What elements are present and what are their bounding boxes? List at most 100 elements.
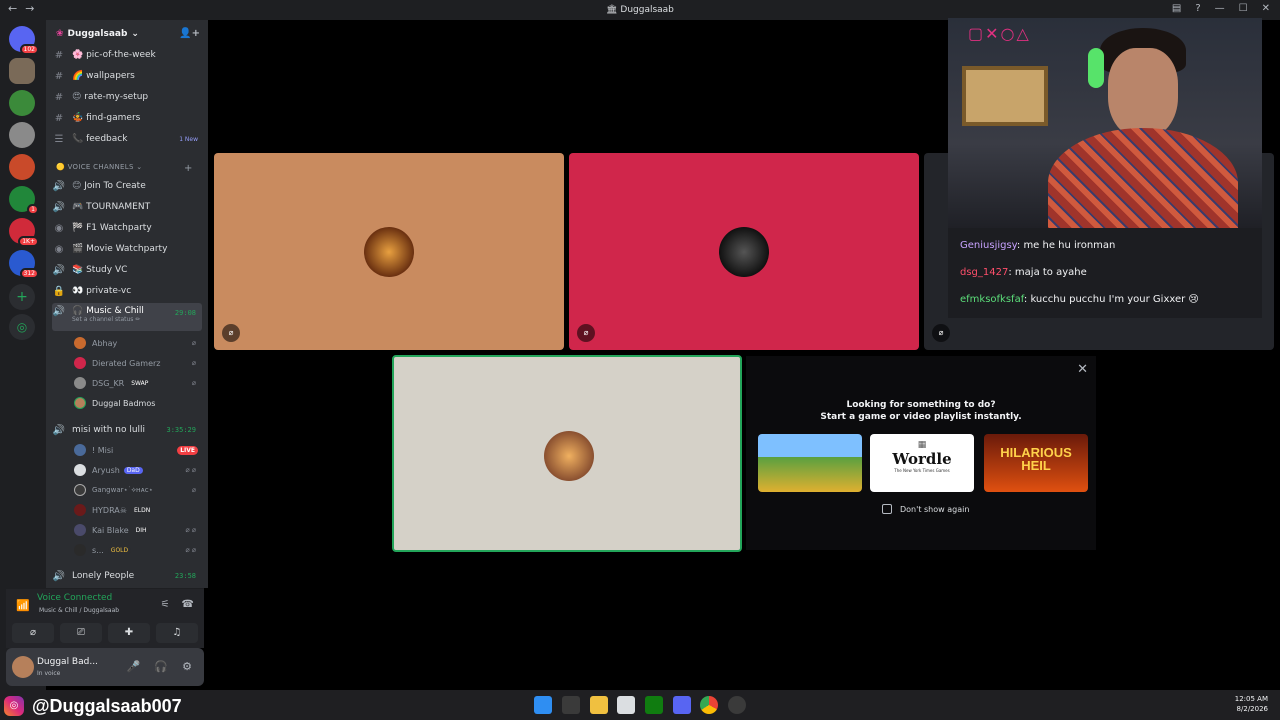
voice-buttons: ⌀ ⎚ ✚ ♫ xyxy=(12,623,198,643)
channel-label: TOURNAMENT xyxy=(86,202,151,212)
app-icon[interactable] xyxy=(728,696,746,714)
server-item[interactable]: 312 xyxy=(9,250,39,279)
voice-location[interactable]: Music & Chill / Duggalsaab xyxy=(39,607,119,614)
server-item[interactable]: 1 xyxy=(9,186,39,215)
channel-f1-watchparty[interactable]: ◉ 🏁 F1 Watchparty xyxy=(52,218,202,238)
home-badge: 102 xyxy=(19,44,39,55)
channel-lonely-people[interactable]: 🔊 Lonely People 23:58 xyxy=(52,566,202,586)
system-clock[interactable]: 12:05 AM 8/2/2026 xyxy=(1235,694,1268,714)
server-item[interactable] xyxy=(9,122,35,148)
microphone-icon[interactable]: 🎤 xyxy=(127,660,141,673)
voice-member[interactable]: Dierated Gamerz ⌀ xyxy=(74,354,202,372)
participant-tile-speaking[interactable] xyxy=(392,355,742,552)
chat-text: maja to ayahe xyxy=(1014,267,1087,278)
invite-icon[interactable]: 👤+ xyxy=(179,28,200,39)
task-view-icon[interactable] xyxy=(562,696,580,714)
voice-member[interactable]: Abhay ⌀ xyxy=(74,334,202,352)
hash-icon: # xyxy=(54,91,64,103)
add-server-icon[interactable]: + xyxy=(9,284,35,310)
gaming-logo-icon: ▢✕○△ xyxy=(968,24,1031,43)
member-name: Dierated Gamerz xyxy=(92,358,161,368)
category-label: VOICE CHANNELS xyxy=(67,163,134,171)
user-name[interactable]: Duggal Bad... xyxy=(37,657,98,667)
window-controls: ▤ ? — ☐ ✕ xyxy=(1172,3,1270,14)
window-title: 🏛 Duggalsaab xyxy=(606,5,674,15)
headphones-icon[interactable]: 🎧 xyxy=(154,660,168,673)
avatar xyxy=(74,337,86,349)
screen-share-button[interactable]: ⎚ xyxy=(60,623,102,643)
webcam-overlay: ▢✕○△ xyxy=(948,18,1262,228)
channel-find-gamers[interactable]: # 🤹 find-gamers xyxy=(52,108,202,128)
maximize-icon[interactable]: ☐ xyxy=(1239,3,1248,14)
voice-member[interactable]: Kai Blake DIH ⌀ ⌀ xyxy=(74,521,202,539)
server-folder[interactable] xyxy=(9,90,35,116)
channel-wallpapers[interactable]: # 🌈 wallpapers xyxy=(52,66,202,86)
close-icon[interactable]: ✕ xyxy=(1262,3,1270,14)
discord-icon[interactable] xyxy=(673,696,691,714)
minimize-icon[interactable]: — xyxy=(1215,3,1225,14)
channel-status[interactable]: Set a channel status ✏ xyxy=(72,316,144,323)
voice-member[interactable]: Duggal Badmos xyxy=(74,394,202,412)
voice-member[interactable]: HYDRA☠ ELDN xyxy=(74,501,202,519)
avatar xyxy=(74,444,86,456)
speaker-icon: 🔊 xyxy=(52,201,66,213)
store-icon[interactable] xyxy=(617,696,635,714)
channel-misi-with-no-lulli[interactable]: 🔊 misi with no lulli 3:35:29 xyxy=(52,420,202,440)
game-card-wordle[interactable]: ▦ Wordle The New York Times Games xyxy=(870,434,974,492)
voice-status[interactable]: Voice Connected xyxy=(37,593,112,603)
speaker-icon: 🔊 xyxy=(52,570,66,582)
server-duggalsaab[interactable] xyxy=(9,58,35,84)
avatar xyxy=(74,397,86,409)
member-name: Kai Blake xyxy=(92,525,129,535)
file-explorer-icon[interactable] xyxy=(590,696,608,714)
add-channel-icon[interactable]: + xyxy=(184,163,193,174)
disconnect-icon[interactable]: ☎ xyxy=(182,599,194,610)
start-icon[interactable] xyxy=(534,696,552,714)
home-button[interactable]: 102 xyxy=(9,26,39,55)
game-card-hilarious-heil[interactable]: HILARIOUS HEIL xyxy=(984,434,1088,492)
inbox-icon[interactable]: ▤ xyxy=(1172,3,1181,14)
channel-emoji: 😊 xyxy=(72,181,82,191)
channel-rate-my-setup[interactable]: # 😍 rate-my-setup xyxy=(52,87,202,107)
participant-tile[interactable]: ⌀ xyxy=(214,153,564,350)
server-item[interactable] xyxy=(9,154,35,180)
stage-icon: ◉ xyxy=(54,222,64,234)
checkbox[interactable] xyxy=(882,504,892,514)
voice-member[interactable]: Aryush DaD ⌀ ⌀ xyxy=(74,461,202,479)
channel-movie-watchparty[interactable]: ◉ 🎬 Movie Watchparty xyxy=(52,239,202,259)
participant-tile[interactable]: ⌀ xyxy=(569,153,919,350)
camera-button[interactable]: ⌀ xyxy=(12,623,54,643)
channel-feedback[interactable]: ☰ 📞 feedback 1 New xyxy=(52,129,202,149)
channel-study-vc[interactable]: 🔊 📚 Study VC xyxy=(52,260,202,280)
game-card-farm[interactable] xyxy=(758,434,862,492)
channel-pic-of-the-week[interactable]: # 🌸 pic-of-the-week xyxy=(52,45,202,65)
server-item[interactable]: 1K+ xyxy=(9,218,39,247)
channel-join-to-create[interactable]: 🔊 😊 Join To Create xyxy=(52,176,202,196)
help-icon[interactable]: ? xyxy=(1195,3,1200,14)
voice-member[interactable]: ! Misi LIVE xyxy=(74,441,202,459)
voice-member[interactable]: DSG_KR SWAP ⌀ xyxy=(74,374,202,392)
activity-button[interactable]: ✚ xyxy=(108,623,150,643)
dont-show-again[interactable]: Don't show again xyxy=(882,504,969,514)
channel-tournament[interactable]: 🔊 🎮 TOURNAMENT xyxy=(52,197,202,217)
channel-music-chill[interactable]: 🔊 🎧 Music & Chill Set a channel status ✏… xyxy=(52,303,202,331)
speaker-icon: 🔊 xyxy=(52,264,66,276)
chrome-icon[interactable] xyxy=(700,696,718,714)
hash-icon: # xyxy=(54,112,64,124)
settings-icon[interactable]: ⚙ xyxy=(182,660,192,673)
avatar[interactable] xyxy=(12,656,34,678)
discover-icon[interactable]: ◎ xyxy=(9,314,35,340)
channel-private-vc[interactable]: 🔒 👀 private-vc xyxy=(52,281,202,301)
streamer-face xyxy=(1108,48,1178,138)
signal-icon[interactable]: 📶 xyxy=(16,599,30,612)
xbox-icon[interactable] xyxy=(645,696,663,714)
voice-member[interactable]: Gangwar⋆˙⟡ʜᴀᴄ⋆ ⌀ xyxy=(74,481,202,499)
member-tag: DaD xyxy=(123,466,143,474)
close-icon[interactable]: ✕ xyxy=(1077,362,1088,377)
voice-category[interactable]: 🟡 VOICE CHANNELS ⌄ + xyxy=(56,163,192,174)
noise-suppression-icon[interactable]: ⚟ xyxy=(161,599,170,610)
guild-header[interactable]: ❀ Duggalsaab ⌄ 👤+ xyxy=(46,20,208,48)
soundboard-button[interactable]: ♫ xyxy=(156,623,198,643)
live-badge[interactable]: LIVE xyxy=(177,445,198,455)
voice-member[interactable]: s... GOLD ⌀ ⌀ xyxy=(74,541,202,559)
